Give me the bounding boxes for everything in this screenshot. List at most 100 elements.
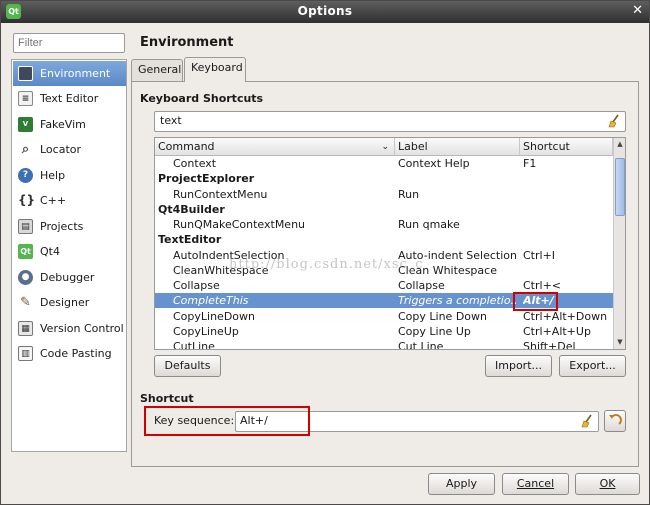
- sidebar-item-designer[interactable]: ✎ Designer: [13, 290, 126, 315]
- sidebar-item-label: Text Editor: [40, 92, 99, 105]
- table-row[interactable]: RunContextMenu Run: [155, 187, 613, 202]
- row-command: ProjectExplorer: [158, 172, 255, 186]
- options-window: Qt Options ✕ Environment ≡ Text Editor V…: [0, 0, 650, 505]
- table-row[interactable]: CopyLineUp Copy Line Up Ctrl+Alt+Up: [155, 324, 613, 339]
- magnifier-icon: ⌕: [21, 142, 30, 157]
- tab-general[interactable]: General: [131, 59, 183, 81]
- title-bar[interactable]: Qt Options ✕: [1, 1, 649, 23]
- row-label: Copy Line Down: [398, 309, 487, 323]
- table-row[interactable]: RunQMakeContextMenu Run qmake: [155, 217, 613, 232]
- sidebar-item-label: Environment: [40, 67, 111, 80]
- shortcut-tree[interactable]: Command ⌄ Label Shortcut Context Context …: [154, 137, 626, 350]
- row-label: Triggers a completio...: [398, 294, 518, 308]
- sidebar-item-qt4[interactable]: Qt Qt4: [13, 239, 126, 264]
- sidebar-item-label: Help: [40, 168, 66, 182]
- chevron-down-icon: ⌄: [381, 142, 389, 152]
- row-command: TextEditor: [158, 233, 222, 247]
- row-shortcut: Shift+Del: [523, 340, 576, 350]
- fakevim-icon: V: [18, 116, 33, 132]
- sidebar-item-label: Version Control: [40, 321, 124, 335]
- row-shortcut: Ctrl+I: [523, 248, 556, 262]
- sidebar-item-fakevim[interactable]: V FakeVim: [13, 112, 126, 137]
- sidebar-item-label: Code Pasting: [40, 347, 112, 360]
- row-command: Context: [173, 157, 217, 170]
- row-command: CutLine: [173, 340, 215, 350]
- braces-icon: {}: [18, 193, 36, 207]
- column-header-command[interactable]: Command ⌄: [155, 138, 395, 156]
- ok-button[interactable]: OK: [575, 473, 640, 495]
- table-row[interactable]: Collapse Collapse Ctrl+<: [155, 278, 613, 293]
- scroll-down-icon[interactable]: ▼: [614, 336, 625, 348]
- tree-group-row[interactable]: Qt4Builder: [155, 202, 613, 217]
- sidebar-item-help[interactable]: ? Help: [13, 163, 126, 188]
- row-shortcut: F1: [523, 157, 537, 170]
- sidebar-item-label: Locator: [40, 143, 82, 156]
- highlight-box-shortcut: [513, 292, 558, 311]
- cancel-button[interactable]: Cancel: [502, 473, 569, 495]
- apply-button[interactable]: Apply: [428, 473, 495, 495]
- tree-group-row[interactable]: TextEditor: [155, 232, 613, 247]
- sidebar-item-label: Projects: [40, 219, 84, 233]
- row-label: Run: [398, 187, 420, 201]
- help-icon: ?: [18, 167, 33, 183]
- sidebar-item-label: C++: [40, 194, 67, 207]
- filter-input[interactable]: [13, 33, 125, 53]
- highlight-box-key-sequence: [144, 406, 310, 436]
- row-command: RunQMakeContextMenu: [173, 218, 306, 231]
- sidebar-item-label: Debugger: [40, 270, 95, 284]
- debugger-icon: ●: [18, 269, 33, 285]
- row-shortcut: Ctrl+<: [523, 279, 562, 292]
- qt-icon: Qt: [18, 244, 33, 259]
- column-header-label[interactable]: Label: [395, 138, 520, 156]
- reset-button[interactable]: [604, 410, 626, 432]
- sidebar-item-label: Qt4: [40, 245, 60, 258]
- tree-group-row[interactable]: ProjectExplorer: [155, 171, 613, 186]
- sidebar-item-projects[interactable]: ▤ Projects: [13, 214, 126, 239]
- scroll-up-icon[interactable]: ▲: [614, 138, 625, 150]
- sidebar-item-version-control[interactable]: ▦ Version Control: [13, 316, 126, 341]
- sidebar-item-text-editor[interactable]: ≡ Text Editor: [13, 86, 126, 111]
- defaults-button[interactable]: Defaults: [154, 355, 221, 377]
- version-control-icon: ▦: [18, 320, 33, 336]
- scrollbar-thumb[interactable]: [615, 158, 625, 216]
- sidebar-item-debugger[interactable]: ● Debugger: [13, 265, 126, 290]
- row-command: CopyLineUp: [173, 324, 239, 338]
- row-command: RunContextMenu: [173, 187, 268, 201]
- clipboard-icon: ▥: [18, 346, 33, 361]
- sidebar-item-locator[interactable]: ⌕ Locator: [13, 137, 126, 162]
- row-label: Context Help: [398, 157, 470, 170]
- projects-icon: ▤: [18, 218, 33, 234]
- sidebar-item-code-pasting[interactable]: ▥ Code Pasting: [13, 341, 126, 366]
- row-command: Qt4Builder: [158, 202, 225, 216]
- row-shortcut: Ctrl+Alt+Up: [523, 324, 591, 338]
- import-button[interactable]: Import...: [485, 355, 552, 377]
- close-icon[interactable]: ✕: [632, 3, 643, 18]
- tab-keyboard[interactable]: Keyboard: [184, 57, 246, 82]
- sidebar-item-label: FakeVim: [40, 117, 86, 131]
- undo-icon: [609, 414, 622, 425]
- window-title: Options: [297, 4, 353, 18]
- category-list[interactable]: Environment ≡ Text Editor V FakeVim ⌕ Lo…: [11, 59, 127, 452]
- row-command: CopyLineDown: [173, 309, 255, 323]
- row-label: Run qmake: [398, 218, 460, 231]
- sidebar-item-cpp[interactable]: {} C++: [13, 188, 126, 213]
- row-command: Collapse: [173, 279, 220, 292]
- tree-body: Context Context Help F1 ProjectExplorer RunC…: [155, 156, 613, 350]
- sidebar-item-label: Designer: [40, 296, 90, 309]
- page-title: Environment: [140, 35, 234, 50]
- vertical-scrollbar[interactable]: ▲ ▼: [613, 138, 625, 349]
- table-row[interactable]: CutLine Cut Line Shift+Del: [155, 339, 613, 350]
- clear-icon[interactable]: [608, 114, 620, 128]
- sidebar-item-environment[interactable]: Environment: [13, 61, 126, 86]
- clear-icon[interactable]: [581, 414, 593, 428]
- row-label: Copy Line Up: [398, 324, 471, 338]
- keyboard-shortcuts-header: Keyboard Shortcuts: [140, 92, 264, 105]
- text-editor-icon: ≡: [18, 91, 33, 106]
- watermark: http://blog.csdn.net/xsc_c: [229, 257, 424, 272]
- shortcut-search-input[interactable]: text: [154, 111, 626, 132]
- shortcut-header: Shortcut: [140, 392, 194, 405]
- monitor-icon: [18, 66, 33, 81]
- column-header-shortcut[interactable]: Shortcut: [520, 138, 613, 156]
- export-button[interactable]: Export...: [559, 355, 626, 377]
- table-row[interactable]: Context Context Help F1: [155, 156, 613, 171]
